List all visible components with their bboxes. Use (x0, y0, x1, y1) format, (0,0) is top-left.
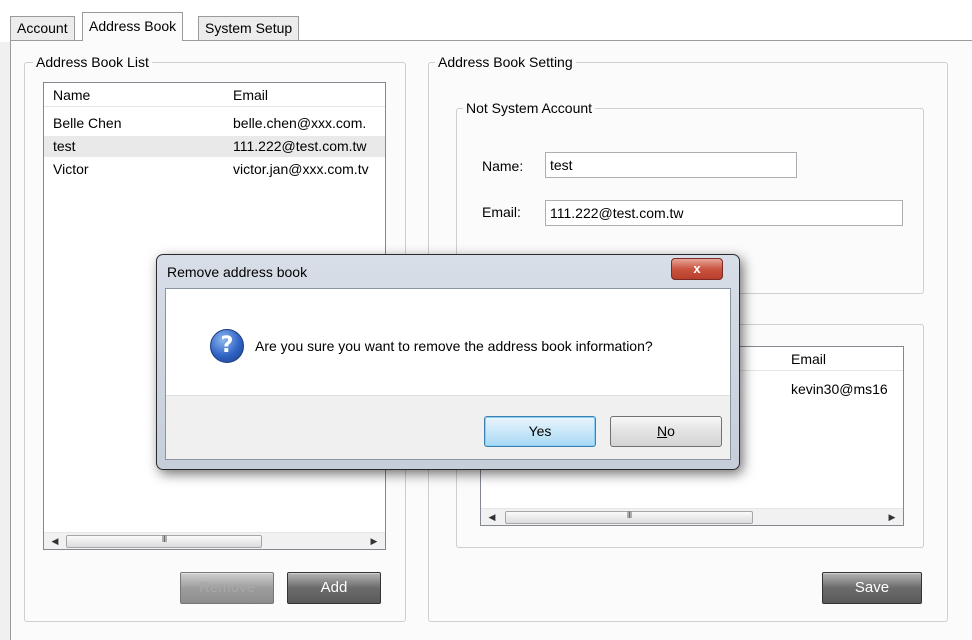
list-item-email: kevin30@ms16 (791, 381, 888, 397)
question-icon: ? (210, 329, 244, 363)
email-field[interactable]: 111.222@test.com.tw (545, 200, 903, 226)
list-item-email: belle.chen@xxx.com. (233, 115, 367, 131)
list-item[interactable]: Victor victor.jan@xxx.com.tv (44, 159, 385, 180)
no-button[interactable]: No (610, 416, 722, 447)
scroll-right-icon[interactable]: ▶ (885, 511, 899, 524)
email-label: Email: (482, 204, 521, 220)
column-header-name[interactable]: Name (53, 87, 90, 103)
tab-system-setup[interactable]: System Setup (198, 16, 300, 40)
close-button[interactable]: x (671, 258, 723, 280)
list-item[interactable]: Belle Chen belle.chen@xxx.com. (44, 113, 385, 134)
dialog-title: Remove address book (167, 264, 308, 280)
name-label: Name: (482, 158, 524, 174)
list-item-email: victor.jan@xxx.com.tv (233, 161, 369, 177)
add-button[interactable]: Add (287, 572, 381, 604)
list-item-email: 111.222@test.com.tw (233, 138, 367, 154)
scroll-left-icon[interactable]: ◀ (48, 535, 62, 548)
remove-button[interactable]: Remove (180, 572, 274, 604)
horizontal-scrollbar[interactable]: ◀ III ▶ (481, 508, 903, 525)
column-header-email[interactable]: Email (233, 87, 268, 103)
list-item-name: Belle Chen (53, 115, 122, 131)
list-item-selected[interactable]: test 111.222@test.com.tw (44, 136, 385, 157)
tab-address-book[interactable]: Address Book (82, 12, 184, 41)
dialog-message: Are you sure you want to remove the addr… (255, 338, 653, 354)
scroll-right-icon[interactable]: ▶ (367, 535, 381, 548)
yes-button[interactable]: Yes (484, 416, 596, 447)
scroll-grip: III (161, 534, 168, 544)
scroll-left-icon[interactable]: ◀ (485, 511, 499, 524)
close-icon: x (693, 261, 701, 276)
dialog-body: ? Are you sure you want to remove the ad… (165, 288, 731, 460)
no-button-label: o (667, 423, 675, 439)
scroll-grip: III (626, 510, 633, 520)
tab-bar: Account Address Book System Setup (0, 0, 972, 42)
name-field[interactable]: test (545, 152, 797, 178)
column-header-email[interactable]: Email (791, 351, 826, 367)
dialog-button-bar: Yes No (166, 395, 730, 459)
address-book-list-title: Address Book List (33, 53, 152, 71)
application-window: Account Address Book System Setup Addres… (0, 0, 972, 640)
scroll-thumb[interactable]: III (505, 510, 753, 524)
horizontal-scrollbar[interactable]: ◀ III ▶ (44, 532, 385, 549)
address-book-setting-title: Address Book Setting (435, 53, 576, 71)
list-item-name: test (53, 138, 76, 154)
listview-header: Name Email (44, 83, 385, 107)
remove-address-book-dialog: Remove address book x ? Are you sure you… (156, 254, 740, 470)
save-button[interactable]: Save (822, 572, 922, 604)
list-item-name: Victor (53, 161, 89, 177)
scroll-thumb[interactable]: III (66, 534, 262, 548)
tab-account[interactable]: Account (10, 16, 75, 40)
not-system-account-title: Not System Account (463, 99, 596, 117)
no-button-mnemonic: N (657, 423, 668, 439)
